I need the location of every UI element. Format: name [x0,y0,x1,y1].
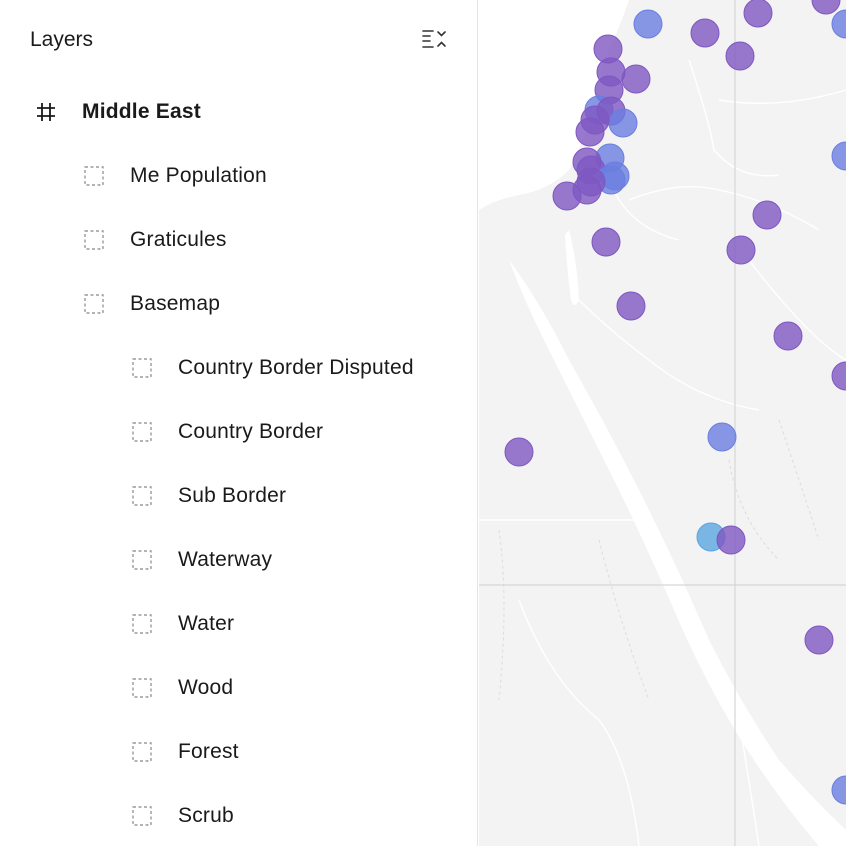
layer-row[interactable]: Middle East [0,92,477,132]
population-marker[interactable] [616,291,646,321]
collapse-all-icon[interactable] [421,26,449,54]
population-marker[interactable] [725,41,755,71]
population-marker[interactable] [716,525,746,555]
population-marker[interactable] [633,9,663,39]
dashed-square-icon [130,612,154,636]
layer-name: Middle East [82,100,201,123]
layer-row[interactable]: Country Border Disputed [0,348,477,388]
layer-row[interactable]: Wood [0,668,477,708]
panel-header: Layers [30,26,453,56]
population-marker[interactable] [621,64,651,94]
layer-row[interactable]: Scrub [0,796,477,836]
layer-row[interactable]: Me Population [0,156,477,196]
layer-name: Waterway [178,548,273,571]
population-marker[interactable] [575,117,605,147]
layer-name: Me Population [130,164,267,187]
frame-hash-icon [34,100,58,124]
population-marker[interactable] [690,18,720,48]
dashed-square-icon [130,740,154,764]
layer-name: Forest [178,740,239,763]
layer-name: Scrub [178,804,234,827]
layer-row[interactable]: Sub Border [0,476,477,516]
population-marker[interactable] [552,181,582,211]
layer-row[interactable]: Water [0,604,477,644]
dashed-square-icon [130,804,154,828]
population-marker[interactable] [726,235,756,265]
layer-row[interactable]: Graticules [0,220,477,260]
layer-name: Country Border Disputed [178,356,414,379]
dashed-square-icon [82,228,106,252]
layer-row[interactable]: Waterway [0,540,477,580]
layer-name: Water [178,612,235,635]
layer-name: Wood [178,676,234,699]
dashed-square-icon [82,292,106,316]
dashed-square-icon [130,356,154,380]
dashed-square-icon [130,484,154,508]
map-canvas[interactable] [479,0,846,846]
layer-name: Sub Border [178,484,287,507]
layer-row[interactable]: Basemap [0,284,477,324]
population-marker[interactable] [591,227,621,257]
layers-panel: Layers Middle East Me Population Graticule… [0,0,478,846]
map-svg [479,0,846,846]
dashed-square-icon [130,420,154,444]
layer-row[interactable]: Forest [0,732,477,772]
population-marker[interactable] [743,0,773,28]
population-marker[interactable] [804,625,834,655]
dashed-square-icon [82,164,106,188]
population-marker[interactable] [707,422,737,452]
dashed-square-icon [130,548,154,572]
layer-name: Graticules [130,228,227,251]
population-marker[interactable] [608,108,638,138]
population-marker[interactable] [504,437,534,467]
population-marker[interactable] [773,321,803,351]
panel-title: Layers [30,28,94,51]
population-marker[interactable] [752,200,782,230]
layer-name: Basemap [130,292,221,315]
layer-row[interactable]: Country Border [0,412,477,452]
dashed-square-icon [130,676,154,700]
layer-name: Country Border [178,420,324,443]
